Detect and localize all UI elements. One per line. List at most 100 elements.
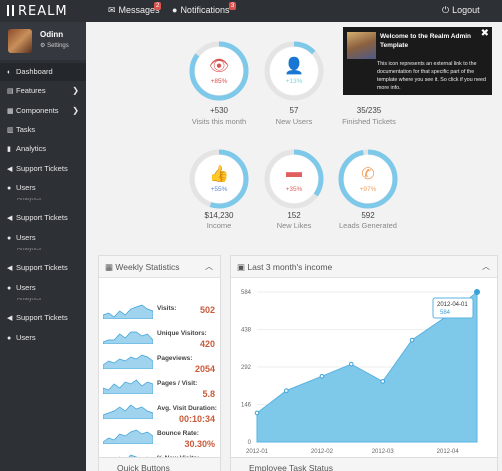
weekly-statistics-panel: ▦ Weekly Statistics ︿ Visits: 502 Unique Vi… [98,255,221,471]
panel-header: ▣ Last 3 month's income ︿ [231,256,497,278]
sidebar-item-features[interactable]: ▤ Features ❯ [0,82,86,100]
chart-tooltip [432,297,474,319]
power-icon: ⏻ [442,5,450,15]
weekly-stat-label: Pages / Visit: [157,380,198,387]
weekly-stat-value: 30.30% [184,439,215,449]
sidebar-item-label: Support Tickets [16,213,68,222]
sidebar-item-users[interactable]: ● Users [0,329,86,347]
stat-circle-income: 👍 +55% [189,149,249,209]
y-tick-label: 438 [241,328,252,334]
chart-icon: ▮ [7,146,11,153]
weekly-stat-row: Avg. Visit Duration: 00:10:34 [103,401,217,424]
weekly-stat-row: Bounce Rate: 30.30% [103,426,217,449]
user-icon: ● [7,235,12,242]
messages-link[interactable]: ✉ Messages 2 [108,2,162,16]
stat-percent: +97% [359,186,377,193]
tasks-icon: ▥ [7,127,14,134]
x-tick-label: 2012-01 [246,449,269,455]
panel-title: Employee Task Status [249,463,333,471]
sidebar-item-analytics[interactable]: ▮ Analytics [0,140,86,158]
sparkline [103,331,153,344]
income-chart[interactable]: 0 146 292 438 584 2012-01 2012-02 2012-03 2012-0… [231,278,497,467]
data-point [348,361,354,367]
weekly-stat-label: Pageviews: [157,355,193,362]
settings-link[interactable]: ⚙ Settings [40,42,69,49]
sidebar-item-users[interactable]: ● Users [0,179,86,197]
sidebar-item-support[interactable]: ◀ Support Tickets [0,309,86,327]
profile-name: Odinn [40,30,64,39]
logo[interactable]: REALM [7,4,68,19]
phone-icon: ✆ [361,166,375,183]
settings-label: Settings [47,43,69,49]
notifications-link[interactable]: ● Notifications 3 [172,2,237,15]
user-icon: ● [7,335,12,342]
sparkline [103,304,153,319]
sidebar-item-support[interactable]: ◀ Support Tickets [0,259,86,277]
stat-percent: +13% [285,78,303,85]
sidebar-item-tasks[interactable]: ▥ Tasks [0,121,86,139]
weekly-stat-row: Unique Visitors: 420 [103,326,217,349]
panel-title: Quick Buttons [117,463,170,471]
weekly-stat-value: 502 [199,305,215,315]
bullhorn-icon: ◀ [7,215,13,222]
welcome-tooltip: Welcome to the Realm Admin Template This… [343,27,492,95]
sidebar-item-users[interactable]: ● Users [0,229,86,247]
highlight-point [474,289,480,295]
stat-circle-new-users: 👤 +13% [264,41,324,101]
sidebar-item-users[interactable]: ● Users [0,279,86,297]
y-tick-label: 292 [241,365,252,371]
income-panel: ▣ Last 3 month's income ︿ 0 146 292 438 584 20… [230,255,498,466]
sparkline [103,404,153,419]
stat-value: 35/235 [356,106,382,115]
sidebar-item-label: Users [16,233,36,242]
weekly-stat-value: 5.8 [202,389,215,399]
data-point [409,337,415,343]
panel-title: Last 3 month's income [247,262,333,272]
close-icon[interactable]: ✖ [481,28,489,39]
sparkline [103,429,153,444]
eye-icon: 👁 [208,58,230,75]
logo-mark-icon [7,5,14,16]
weekly-stat-row: Visits: 502 [103,301,217,323]
stat-percent: +35% [285,186,303,193]
sidebar-item-label: Users [16,183,36,192]
logout-button[interactable]: ⏻ Logout [442,5,480,16]
main-content: 👁 +85% +530 Visits this month 👤 +13% 57 Ne… [86,22,502,471]
weekly-stat-value: 420 [199,339,215,349]
messages-badge: 2 [154,2,162,10]
notifications-badge: 3 [229,2,237,10]
chevron-up-icon[interactable]: ︿ [482,256,490,278]
weekly-stat-label: Avg. Visit Duration: [157,405,217,412]
folder-icon: ▦ [7,108,14,115]
sidebar-item-label: Dashboard [16,67,53,76]
data-point [319,373,325,379]
stat-circle-visits: 👁 +85% [189,41,249,101]
x-tick-label: 2012-02 [311,449,334,455]
avatar[interactable] [8,29,32,53]
sidebar-ghost-text: Analytics [17,198,42,202]
weekly-stat-label: Bounce Rate: [157,430,199,437]
image-icon: ▣ [237,262,246,272]
chart-tooltip-value: 584 [440,310,451,316]
tooltip-title: Welcome to the Realm Admin Template [380,33,472,49]
stat-circle-leads: ✆ +97% [338,149,398,209]
sidebar-item-support[interactable]: ◀ Support Tickets [0,209,86,227]
weekly-stat-row: Pages / Visit: 5.8 [103,376,217,399]
top-bar: REALM ✉ Messages 2 ● Notifications 3 ⏻ Logout [0,0,502,22]
user-icon: ● [7,185,12,192]
weekly-stat-value: 00:10:34 [178,414,215,424]
bullhorn-icon: ◀ [7,315,13,322]
sidebar-item-components[interactable]: ▦ Components ❯ [0,102,86,120]
tooltip-body: This icon represents an external link to… [377,61,486,91]
chart-tooltip-date: 2012-04-01 [437,302,468,308]
user-icon: ● [7,285,12,292]
sidebar-item-dashboard[interactable]: ◐ Dashboard [0,63,86,81]
sidebar-item-support[interactable]: ◀ Support Tickets [0,160,86,178]
bar-chart-icon: ▦ [105,262,114,272]
dashboard-icon: ◐ [7,69,12,76]
stat-label: Finished Tickets [342,117,396,126]
chevron-up-icon[interactable]: ︿ [205,256,213,278]
sidebar-ghost-text: Analytics [17,248,42,252]
sidebar-item-label: Support Tickets [16,263,68,272]
chevron-right-icon: ❯ [72,86,79,95]
